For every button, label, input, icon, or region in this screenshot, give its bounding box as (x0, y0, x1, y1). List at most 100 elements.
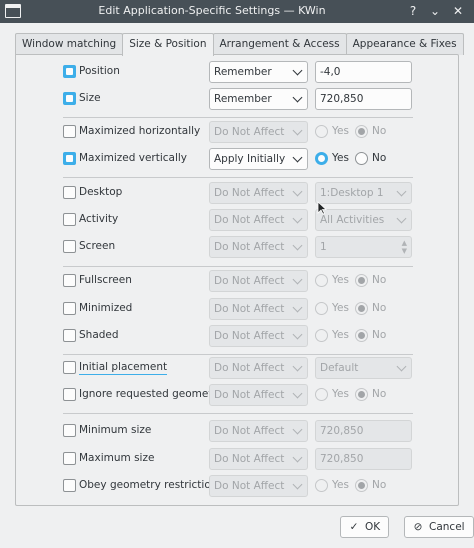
screen-checkbox[interactable] (63, 240, 76, 253)
ok-button[interactable]: ✓ OK (340, 516, 390, 538)
fullscreen-yes-radio[interactable] (315, 274, 328, 287)
fullscreen-yes-label: Yes (332, 274, 349, 286)
minimized-row: Minimized Do Not Affect Yes No (16, 297, 460, 321)
tab-size-position[interactable]: Size & Position (122, 33, 214, 56)
maximized-vertically-yes-label: Yes (332, 152, 349, 164)
shaded-policy-combo[interactable]: Do Not Affect (209, 325, 308, 347)
size-position-panel: Position Remember -4,0 Size Remember 720… (15, 54, 459, 506)
screen-policy-value: Do Not Affect (214, 241, 285, 253)
tab-appearance-fixes[interactable]: Appearance & Fixes (345, 33, 464, 55)
maximized-vertically-label: Maximized vertically (79, 152, 188, 164)
screen-policy-combo[interactable]: Do Not Affect (209, 236, 308, 258)
initial-placement-row: Initial placement Do Not Affect Default (16, 356, 460, 380)
fullscreen-label: Fullscreen (79, 274, 132, 286)
shaded-yes-radio[interactable] (315, 329, 328, 342)
size-checkbox[interactable] (63, 92, 76, 105)
obey-geometry-checkbox[interactable] (63, 479, 76, 492)
activity-policy-combo[interactable]: Do Not Affect (209, 209, 308, 231)
help-icon[interactable]: ? (404, 2, 422, 20)
window-app-icon[interactable] (5, 4, 21, 18)
chevron-down-icon (396, 186, 407, 197)
chevron-down-icon (292, 452, 303, 463)
obey-geometry-no-radio[interactable] (355, 479, 368, 492)
minimized-policy-combo[interactable]: Do Not Affect (209, 298, 308, 320)
maximum-size-input[interactable]: 720,850 (315, 448, 412, 470)
position-input[interactable]: -4,0 (315, 61, 412, 83)
minimum-size-input[interactable]: 720,850 (315, 420, 412, 442)
minimized-no-label: No (372, 302, 387, 314)
size-policy-combo[interactable]: Remember (209, 88, 308, 110)
fullscreen-no-radio[interactable] (355, 274, 368, 287)
ignore-geometry-yes-label: Yes (332, 388, 349, 400)
fullscreen-policy-combo[interactable]: Do Not Affect (209, 270, 308, 292)
tab-arrangement-access[interactable]: Arrangement & Access (212, 33, 347, 55)
maximized-horizontally-label: Maximized horizontally (79, 125, 201, 137)
maximized-vertically-yes-radio[interactable] (315, 152, 328, 165)
maximized-vertically-no-radio[interactable] (355, 152, 368, 165)
separator (63, 117, 413, 118)
minimize-icon[interactable]: ⌄ (426, 2, 444, 20)
minimized-yes-label: Yes (332, 302, 349, 314)
initial-placement-checkbox[interactable] (63, 361, 76, 374)
shaded-checkbox[interactable] (63, 329, 76, 342)
desktop-policy-value: Do Not Affect (214, 187, 285, 199)
maximum-size-policy-combo[interactable]: Do Not Affect (209, 448, 308, 470)
fullscreen-policy-value: Do Not Affect (214, 275, 285, 287)
initial-placement-label: Initial placement (79, 361, 168, 375)
size-label: Size (79, 92, 101, 104)
obey-geometry-yes-radio[interactable] (315, 479, 328, 492)
initial-placement-value: Default (320, 362, 359, 374)
desktop-label: Desktop (79, 186, 123, 198)
chevron-down-icon (292, 65, 303, 76)
initial-placement-policy-combo[interactable]: Do Not Affect (209, 357, 308, 379)
maximized-horizontally-policy-combo[interactable]: Do Not Affect (209, 121, 308, 143)
desktop-value-combo[interactable]: 1:Desktop 1 (315, 182, 412, 204)
chevron-down-icon (292, 213, 303, 224)
cancel-button-label: Cancel (429, 521, 465, 533)
fullscreen-row: Fullscreen Do Not Affect Yes No (16, 269, 460, 293)
ignore-geometry-no-label: No (372, 388, 387, 400)
maximized-horizontally-no-radio[interactable] (355, 125, 368, 138)
shaded-no-radio[interactable] (355, 329, 368, 342)
ignore-geometry-checkbox[interactable] (63, 388, 76, 401)
minimized-yes-radio[interactable] (315, 302, 328, 315)
obey-geometry-label: Obey geometry restrictions (79, 479, 223, 491)
minimized-policy-value: Do Not Affect (214, 303, 285, 315)
fullscreen-checkbox[interactable] (63, 274, 76, 287)
screen-spinbox[interactable]: 1 ▲ ▼ (315, 236, 412, 258)
maximum-size-checkbox[interactable] (63, 452, 76, 465)
chevron-down-icon (292, 302, 303, 313)
size-input[interactable]: 720,850 (315, 88, 412, 110)
chevron-down-icon (292, 240, 303, 251)
minimum-size-policy-combo[interactable]: Do Not Affect (209, 420, 308, 442)
close-icon[interactable]: ✕ (449, 2, 467, 20)
desktop-policy-combo[interactable]: Do Not Affect (209, 182, 308, 204)
minimum-size-checkbox[interactable] (63, 424, 76, 437)
position-policy-combo[interactable]: Remember (209, 61, 308, 83)
maximized-horizontally-yes-radio[interactable] (315, 125, 328, 138)
cancel-button[interactable]: ⊘ Cancel (404, 516, 474, 538)
minimized-label: Minimized (79, 302, 133, 314)
chevron-down-icon (292, 329, 303, 340)
activity-checkbox[interactable] (63, 213, 76, 226)
obey-geometry-policy-combo[interactable]: Do Not Affect (209, 475, 308, 497)
shaded-row: Shaded Do Not Affect Yes No (16, 324, 460, 348)
maximized-vertically-checkbox[interactable] (63, 152, 76, 165)
minimized-checkbox[interactable] (63, 302, 76, 315)
shaded-label: Shaded (79, 329, 119, 341)
title-bar[interactable]: Edit Application-Specific Settings — KWi… (0, 0, 474, 23)
maximized-vertically-policy-combo[interactable]: Apply Initially (209, 148, 308, 170)
desktop-checkbox[interactable] (63, 186, 76, 199)
maximized-horizontally-checkbox[interactable] (63, 125, 76, 138)
minimized-no-radio[interactable] (355, 302, 368, 315)
separator (63, 413, 413, 414)
position-checkbox[interactable] (63, 65, 76, 78)
spin-arrows-icon[interactable]: ▲ ▼ (402, 239, 407, 255)
tab-window-matching[interactable]: Window matching (15, 33, 124, 55)
initial-placement-value-combo[interactable]: Default (315, 357, 412, 379)
activity-value-combo[interactable]: All Activities (315, 209, 412, 231)
ignore-geometry-policy-combo[interactable]: Do Not Affect (209, 384, 308, 406)
ignore-geometry-no-radio[interactable] (355, 388, 368, 401)
ok-button-label: OK (365, 521, 381, 533)
ignore-geometry-yes-radio[interactable] (315, 388, 328, 401)
